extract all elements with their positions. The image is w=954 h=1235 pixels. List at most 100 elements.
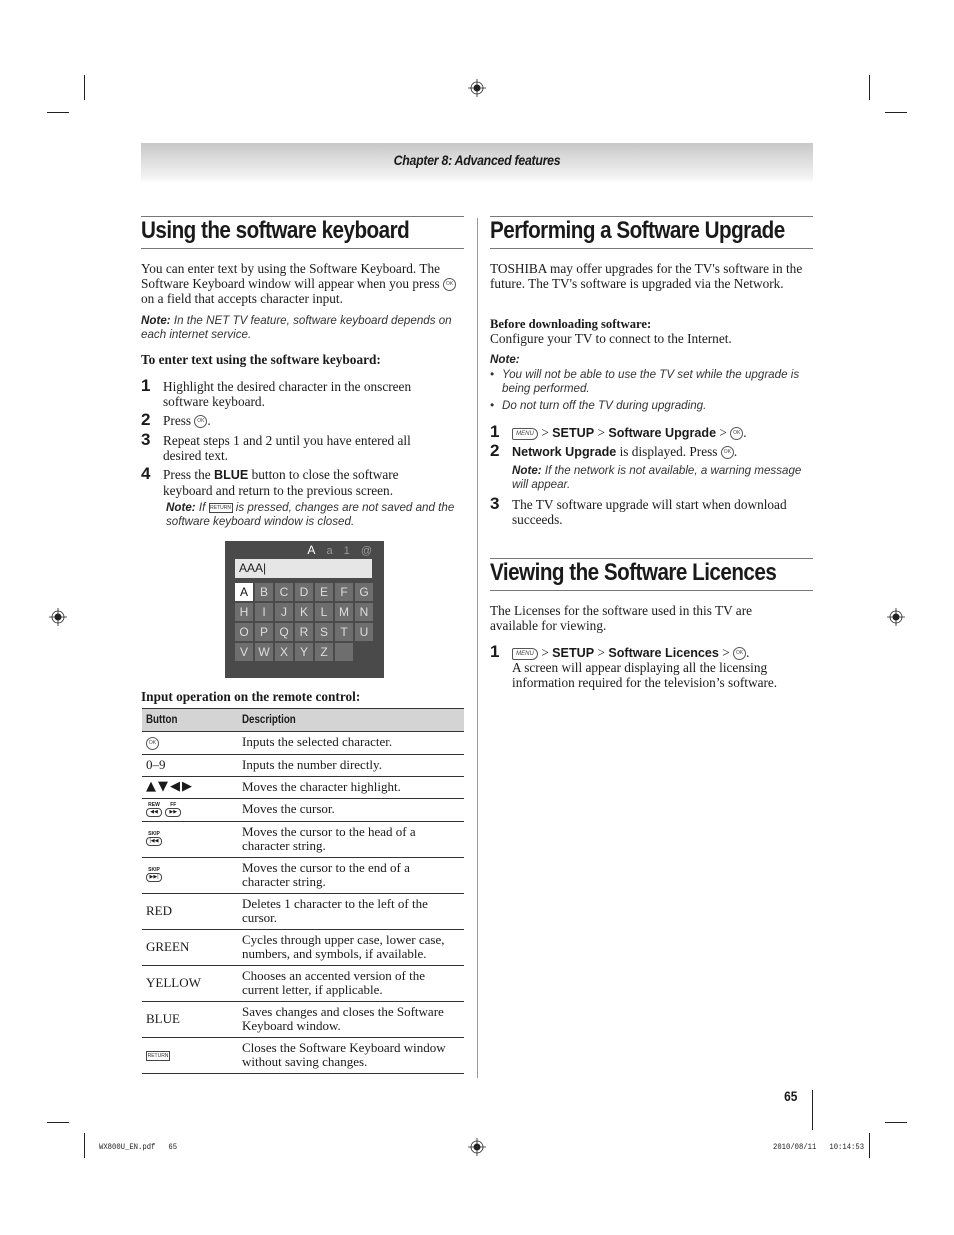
print-slug-filename: WX800U_EN.pdf 65 bbox=[99, 1142, 178, 1152]
step-number: 1 bbox=[490, 642, 500, 661]
upgrade-intro: TOSHIBA may offer upgrades for the TV's … bbox=[490, 261, 803, 291]
keyboard-key-k: K bbox=[295, 603, 313, 621]
menu-button-icon: MENU bbox=[512, 427, 538, 440]
keyboard-key-q: Q bbox=[275, 623, 293, 641]
step-text: Highlight the desired character in the o… bbox=[163, 379, 412, 409]
table-row: GREEN Cycles through upper case, lower c… bbox=[142, 929, 464, 966]
remote-operation-table: Button Description OK Inputs the selecte… bbox=[142, 708, 464, 1074]
upgrade-note: Note: bbox=[490, 353, 520, 366]
crop-mark bbox=[84, 75, 85, 100]
table-row: RETURN Closes the Software Keyboard wind… bbox=[142, 1037, 464, 1074]
description-cell: Inputs the number directly. bbox=[238, 754, 464, 777]
keyboard-key-grid: ABCDEFG HIJKLMN OPQRSTU VWXYZ bbox=[235, 583, 373, 661]
table-row: REW ◀◀ FF ▶▶ Moves the cursor. bbox=[142, 798, 464, 822]
ok-button-icon: OK bbox=[443, 278, 457, 292]
step-number: 4 bbox=[141, 464, 151, 483]
keyboard-key-y: Y bbox=[295, 643, 313, 661]
software-keyboard-illustration: A a 1 @ AAA| ABCDEFG HIJKLMN OPQRSTU VWXYZ bbox=[225, 541, 384, 678]
table-row: SKIP |◀◀ Moves the cursor to the head of … bbox=[142, 821, 464, 858]
keyboard-key-j: J bbox=[275, 603, 293, 621]
keyboard-key-z: Z bbox=[315, 643, 333, 661]
description-cell: Inputs the selected character. bbox=[238, 731, 464, 755]
crop-mark bbox=[47, 112, 69, 113]
keyboard-text-field: AAA| bbox=[235, 559, 372, 578]
chapter-header-band: Chapter 8: Advanced features bbox=[141, 143, 813, 183]
button-cell: RETURN bbox=[142, 1037, 238, 1074]
step-text: Repeat steps 1 and 2 until you have ente… bbox=[163, 433, 411, 463]
button-cell: RED bbox=[142, 893, 238, 930]
keyboard-key-c: C bbox=[275, 583, 293, 601]
ok-button-icon: OK bbox=[194, 415, 208, 429]
return-button-icon: RETURN bbox=[208, 502, 233, 513]
step-text: Press the BLUE button to close the softw… bbox=[163, 467, 399, 498]
button-cell: BLUE bbox=[142, 1001, 238, 1038]
crop-mark bbox=[869, 1133, 870, 1158]
keyboard-key-m: M bbox=[335, 603, 353, 621]
ok-button-icon: OK bbox=[720, 446, 734, 460]
table-row: SKIP ▶▶| Moves the cursor to the end of a… bbox=[142, 857, 464, 894]
step-menu-path: MENU > SETUP > Software Licences > OK. bbox=[512, 645, 812, 661]
description-cell: Chooses an accented version of the curre… bbox=[238, 965, 464, 1002]
print-slug-timestamp: 2010/08/11 10:14:53 bbox=[773, 1142, 865, 1152]
ok-button-icon: OK bbox=[146, 736, 159, 750]
description-cell: Moves the cursor to the head of a charac… bbox=[238, 821, 464, 858]
table-row: BLUE Saves changes and closes the Softwa… bbox=[142, 1001, 464, 1038]
fast-forward-icon: FF ▶▶ bbox=[165, 802, 182, 817]
button-cell: 0–9 bbox=[142, 754, 238, 777]
description-cell: Moves the cursor to the end of a charact… bbox=[238, 857, 464, 894]
column-header-description: Description bbox=[238, 708, 464, 732]
keyboard-note: Note: In the NET TV feature, software ke… bbox=[141, 314, 452, 341]
before-downloading-heading: Before downloading software: bbox=[490, 317, 652, 331]
table-row: 0–9 Inputs the number directly. bbox=[142, 754, 464, 777]
step-number: 2 bbox=[141, 410, 151, 429]
step-menu-path: MENU > SETUP > Software Upgrade > OK. bbox=[512, 425, 812, 441]
button-cell: YELLOW bbox=[142, 965, 238, 1002]
keyboard-key-b: B bbox=[255, 583, 273, 601]
step-text: Press OK. bbox=[163, 413, 211, 429]
keyboard-key-o: O bbox=[235, 623, 253, 641]
step-number: 3 bbox=[141, 430, 151, 449]
keyboard-key-v: V bbox=[235, 643, 253, 661]
button-cell: OK bbox=[142, 731, 238, 755]
step-number: 1 bbox=[490, 422, 500, 441]
button-cell: SKIP ▶▶| bbox=[142, 857, 238, 894]
description-cell: Moves the character highlight. bbox=[238, 776, 464, 799]
step-number: 1 bbox=[141, 376, 151, 395]
keyboard-key-s: S bbox=[315, 623, 333, 641]
keyboard-key-h: H bbox=[235, 603, 253, 621]
keyboard-key-e: E bbox=[315, 583, 333, 601]
heading-rule bbox=[141, 248, 464, 249]
arrow-buttons-icon: ▲▼◀▶ bbox=[142, 776, 238, 799]
return-button-icon: RETURN bbox=[146, 1050, 170, 1061]
section-title-software-upgrade: Performing a Software Upgrade bbox=[490, 217, 785, 244]
step-number: 2 bbox=[490, 441, 500, 460]
menu-button-icon: MENU bbox=[512, 647, 538, 660]
table-row: ▲▼◀▶ Moves the character highlight. bbox=[142, 776, 464, 799]
registration-mark-icon bbox=[887, 608, 905, 626]
skip-forward-icon: SKIP ▶▶| bbox=[146, 868, 162, 883]
keyboard-key-r: R bbox=[295, 623, 313, 641]
table-header-row: Button Description bbox=[142, 708, 464, 732]
button-cell: SKIP |◀◀ bbox=[142, 821, 238, 858]
table-row: YELLOW Chooses an accented version of th… bbox=[142, 965, 464, 1002]
crop-mark bbox=[869, 75, 870, 100]
crop-mark bbox=[84, 1133, 85, 1158]
rewind-icon: REW ◀◀ bbox=[146, 802, 162, 817]
heading-rule bbox=[490, 248, 813, 249]
keyboard-key-l: L bbox=[315, 603, 333, 621]
page-number: 65 bbox=[784, 1088, 798, 1104]
keyboard-key-x: X bbox=[275, 643, 293, 661]
heading-rule bbox=[490, 590, 813, 591]
registration-mark-icon bbox=[468, 1138, 486, 1156]
keyboard-mode-indicator: A a 1 @ bbox=[307, 543, 376, 557]
table-row: OK Inputs the selected character. bbox=[142, 731, 464, 755]
keyboard-key-p: P bbox=[255, 623, 273, 641]
description-cell: Closes the Software Keyboard window with… bbox=[238, 1037, 464, 1074]
step4-note: Note: If RETURN is pressed, changes are … bbox=[166, 501, 455, 528]
step2-note: Note: If the network is not available, a… bbox=[512, 464, 802, 491]
table-caption: Input operation on the remote control: bbox=[141, 689, 361, 704]
upgrade-note-bullet: • Do not turn off the TV during upgradin… bbox=[490, 399, 707, 412]
crop-mark bbox=[47, 1122, 69, 1123]
keyboard-key-d: D bbox=[295, 583, 313, 601]
keyboard-key-blank bbox=[335, 643, 353, 661]
